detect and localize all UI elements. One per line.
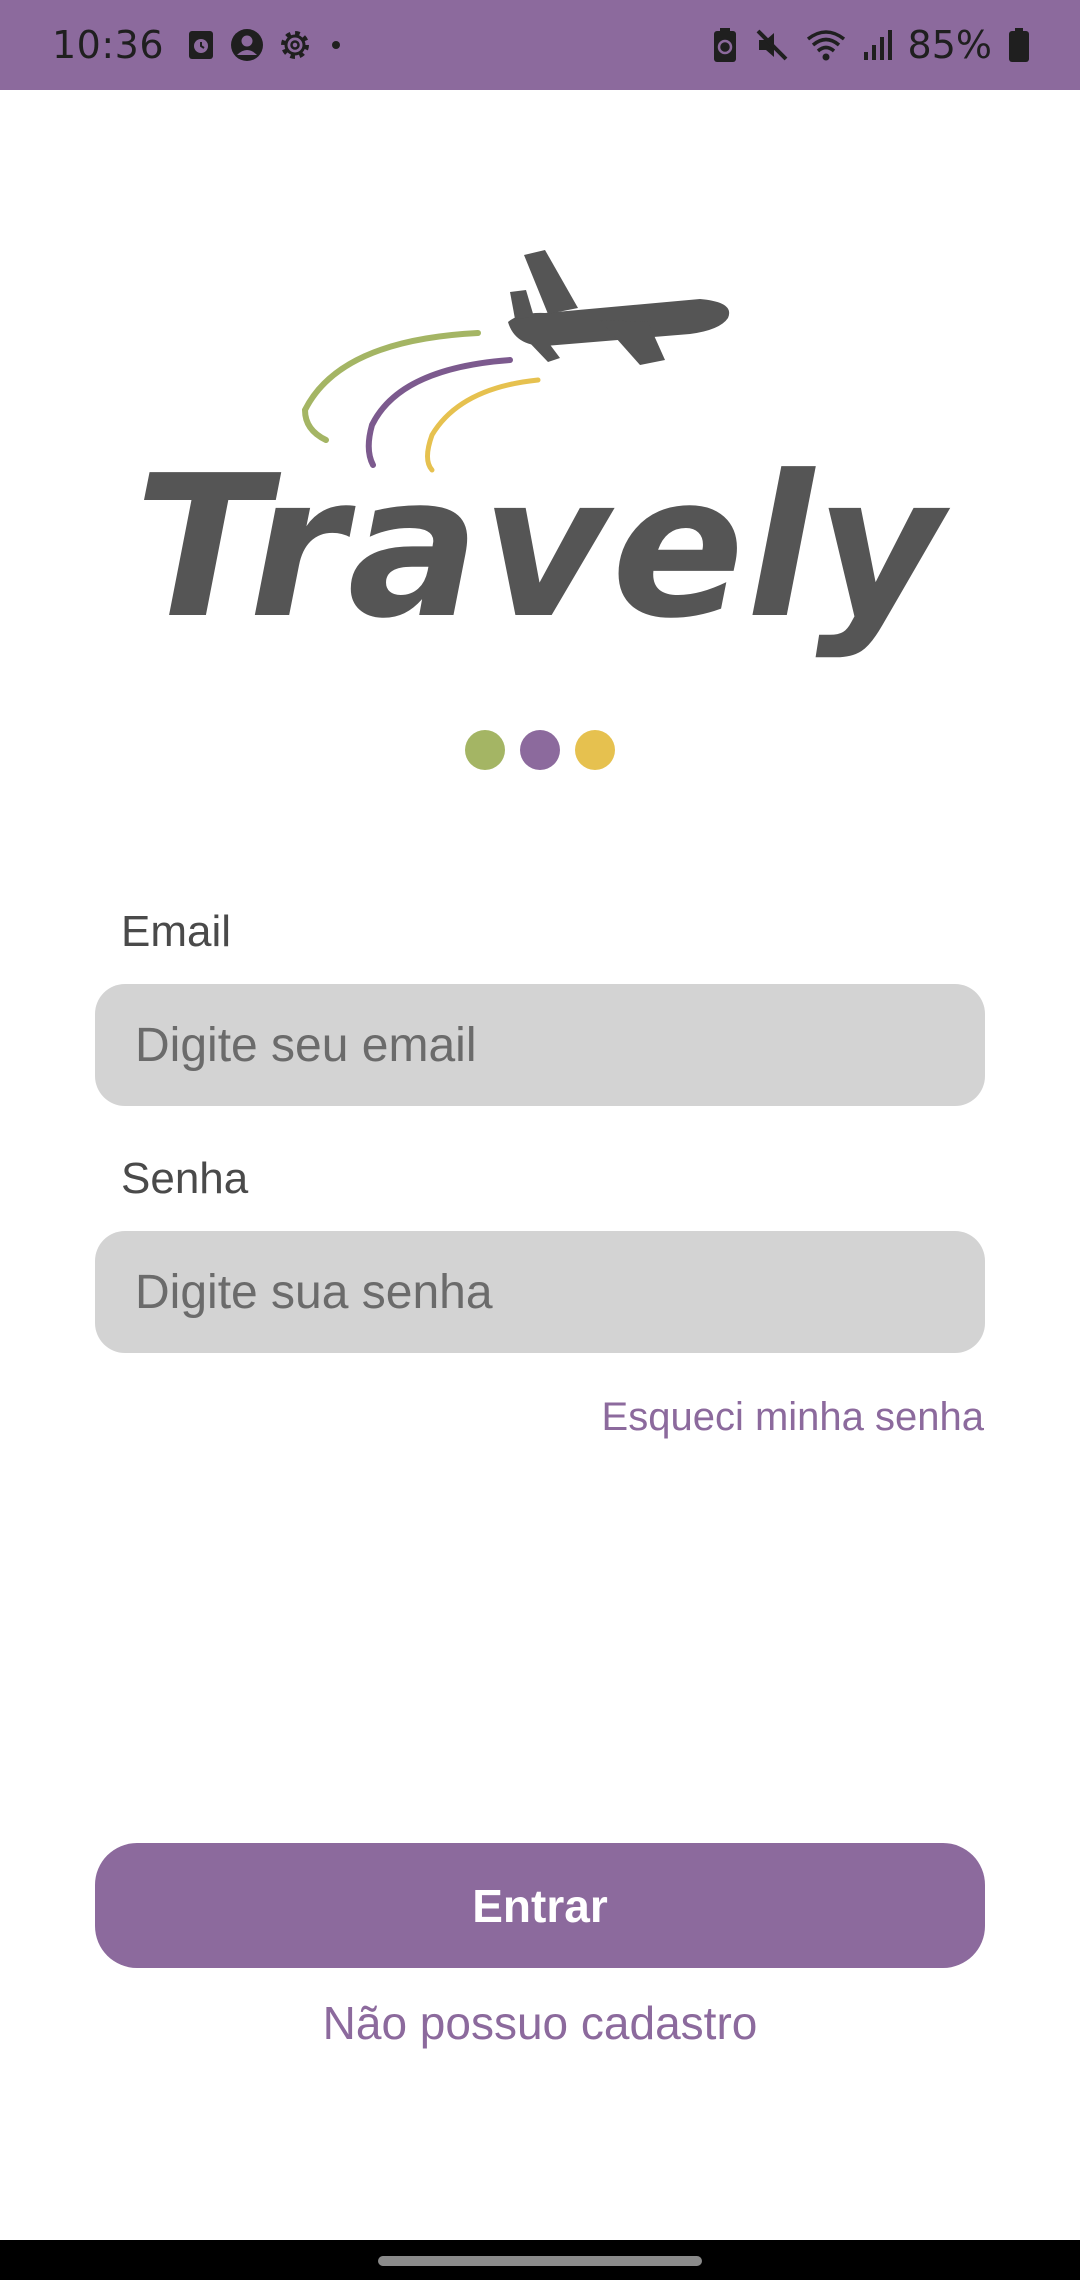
signal-icon — [862, 28, 892, 62]
forgot-password-link[interactable]: Esqueci minha senha — [602, 1395, 984, 1440]
battery-icon — [1008, 27, 1030, 63]
mute-icon — [754, 27, 790, 63]
password-label: Senha — [121, 1154, 249, 1203]
wifi-icon — [806, 27, 846, 63]
settings-gear-icon — [278, 28, 312, 62]
battery-percent: 85% — [907, 23, 992, 67]
yellow-dot — [575, 730, 615, 770]
status-left: 10:36 — [52, 0, 346, 90]
status-bar: 10:36 85% — [0, 0, 1080, 90]
notification-dot-icon — [326, 35, 346, 55]
battery-saver-icon — [712, 27, 738, 63]
airplane-icon — [508, 250, 730, 365]
green-dot — [465, 730, 505, 770]
login-button[interactable]: Entrar — [95, 1843, 985, 1968]
register-link[interactable]: Não possuo cadastro — [0, 1996, 1080, 2050]
timer-app-icon — [186, 29, 216, 61]
password-input[interactable] — [95, 1231, 985, 1353]
navigation-bar — [0, 2240, 1080, 2280]
home-indicator[interactable] — [378, 2256, 702, 2266]
status-right: 85% — [712, 0, 1030, 90]
purple-dot — [520, 730, 560, 770]
logo-wordmark: Travely — [134, 434, 946, 662]
app-logo: Travely — [0, 250, 1080, 670]
brand-dots — [0, 730, 1080, 770]
status-time: 10:36 — [52, 23, 165, 67]
email-label: Email — [121, 907, 232, 956]
account-circle-icon — [230, 28, 264, 62]
email-input[interactable] — [95, 984, 985, 1106]
